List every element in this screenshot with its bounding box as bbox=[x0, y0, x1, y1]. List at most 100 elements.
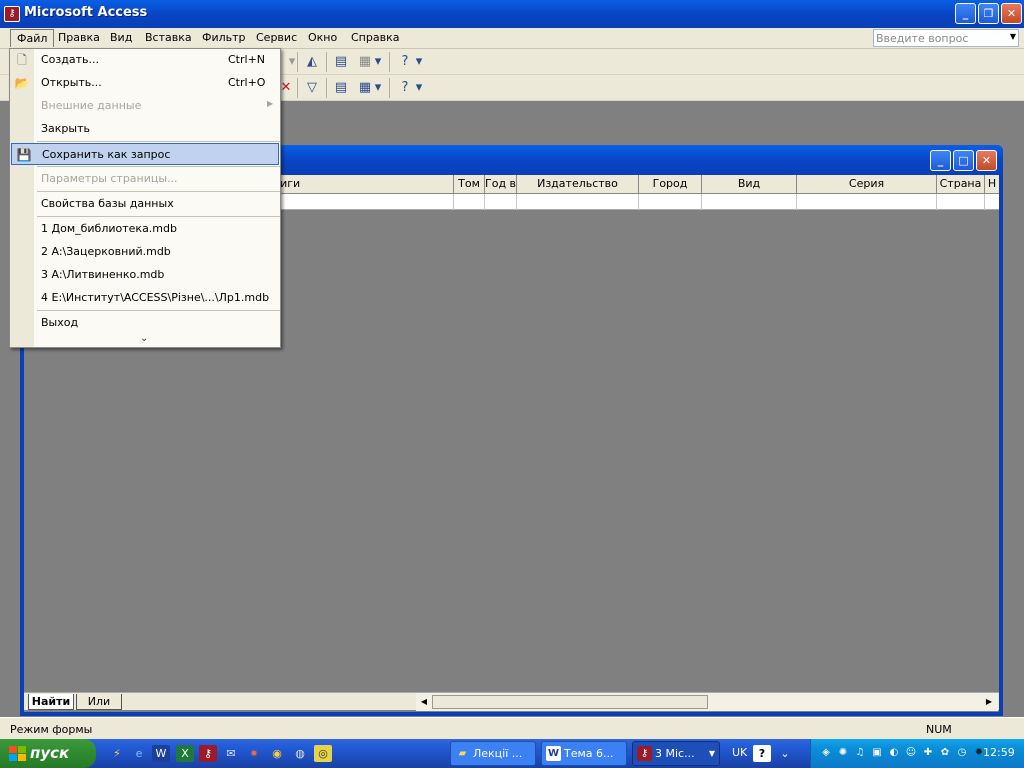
start-label: пуск bbox=[30, 744, 70, 762]
toolbar-separator bbox=[297, 78, 298, 98]
column-header[interactable]: Год в bbox=[485, 175, 517, 194]
menu-help[interactable]: Справка bbox=[351, 31, 399, 44]
tray-volume-icon[interactable]: ◐ bbox=[887, 746, 901, 760]
menu-item-database-properties[interactable]: Свойства базы данных bbox=[10, 193, 280, 215]
ime-options-icon[interactable]: ⌄ bbox=[776, 745, 794, 762]
database-window-icon[interactable]: ▤ bbox=[331, 53, 351, 71]
scroll-left-icon[interactable]: ◀ bbox=[417, 695, 431, 709]
scroll-thumb[interactable] bbox=[432, 695, 708, 709]
menu-file[interactable]: Файл bbox=[10, 29, 55, 47]
chevron-down-icon[interactable]: ▾ bbox=[373, 79, 383, 97]
chevron-down-icon[interactable]: ▾ bbox=[414, 53, 424, 71]
menu-filter[interactable]: Фильтр bbox=[202, 31, 246, 44]
tray-network-icon[interactable]: ◈ bbox=[819, 746, 833, 760]
menu-item-label: Закрыть bbox=[41, 122, 90, 135]
task-word-doc[interactable]: W Тема 6... bbox=[541, 741, 627, 766]
column-header[interactable]: Н bbox=[985, 175, 999, 194]
filter-cell[interactable] bbox=[797, 194, 937, 210]
language-indicator[interactable]: UK bbox=[732, 746, 747, 759]
filter-cell[interactable] bbox=[454, 194, 485, 210]
scroll-right-icon[interactable]: ▶ bbox=[982, 695, 996, 709]
child-maximize-button[interactable]: □ bbox=[953, 150, 974, 171]
column-header[interactable]: Вид bbox=[702, 175, 797, 194]
menu-insert[interactable]: Вставка bbox=[145, 31, 192, 44]
tab-or[interactable]: Или bbox=[76, 694, 122, 710]
new-object-icon[interactable]: ▦ bbox=[355, 53, 375, 71]
menu-item-recent-4[interactable]: 4 E:\Институт\ACCESS\Різне\...\Лр1.mdb bbox=[10, 287, 280, 309]
column-header[interactable]: Издательство bbox=[517, 175, 639, 194]
tray-messenger-icon[interactable]: ☺ bbox=[904, 746, 918, 760]
dropdown-arrow-icon[interactable]: ▾ bbox=[282, 53, 302, 71]
column-header[interactable]: Город bbox=[639, 175, 702, 194]
quicklaunch-explorer-icon[interactable]: ◍ bbox=[291, 745, 309, 762]
menu-view[interactable]: Вид bbox=[110, 31, 132, 44]
quicklaunch-media-icon[interactable]: ◉ bbox=[268, 745, 286, 762]
task-access-group[interactable]: ⚷ 3 Mic... ▼ bbox=[632, 741, 720, 766]
menu-item-close[interactable]: Закрыть bbox=[10, 118, 280, 140]
expand-menu-icon[interactable]: ⌄ bbox=[140, 333, 148, 344]
menu-item-exit[interactable]: Выход bbox=[10, 312, 280, 334]
folder-icon: ▰ bbox=[458, 748, 467, 759]
filter-cell[interactable] bbox=[639, 194, 702, 210]
child-minimize-button[interactable]: _ bbox=[930, 150, 951, 171]
menu-item-recent-3[interactable]: 3 A:\Литвиненко.mdb bbox=[10, 264, 280, 286]
language-help-icon[interactable]: ? bbox=[753, 745, 771, 762]
task-folder-lectures[interactable]: ▰ Лекції ... bbox=[450, 741, 536, 766]
tray-update-icon[interactable]: ✚ bbox=[921, 746, 935, 760]
new-object-icon[interactable]: ▦ bbox=[355, 79, 375, 97]
tab-find[interactable]: Найти bbox=[28, 694, 74, 710]
quicklaunch-winamp-icon[interactable]: ⚡ bbox=[108, 745, 126, 762]
chevron-down-icon[interactable]: ▼ bbox=[1010, 32, 1016, 41]
help-icon[interactable]: ? bbox=[395, 79, 415, 97]
quicklaunch-word-icon[interactable]: W bbox=[152, 745, 170, 762]
menu-window[interactable]: Окно bbox=[308, 31, 337, 44]
horizontal-scrollbar[interactable]: ◀ ▶ bbox=[416, 693, 998, 711]
menu-edit[interactable]: Правка bbox=[58, 31, 100, 44]
menu-item-page-setup[interactable]: Параметры страницы... bbox=[10, 168, 280, 190]
minimize-button[interactable]: _ bbox=[955, 3, 976, 24]
menu-item-recent-2[interactable]: 2 A:\Зацерковний.mdb bbox=[10, 241, 280, 263]
windows-flag-icon bbox=[9, 746, 26, 761]
quicklaunch-access-icon[interactable]: ⚷ bbox=[199, 745, 217, 762]
start-button[interactable]: пуск bbox=[0, 739, 96, 768]
tray-ati-icon[interactable]: ▣ bbox=[870, 746, 884, 760]
menu-item-open[interactable]: 📂 Открыть... Ctrl+O bbox=[10, 72, 280, 94]
column-header[interactable]: Том bbox=[454, 175, 485, 194]
column-header[interactable]: Серия bbox=[797, 175, 937, 194]
access-key-icon[interactable]: ⚷ bbox=[4, 6, 20, 22]
menu-item-label: Параметры страницы... bbox=[41, 172, 178, 185]
chevron-down-icon[interactable]: ▾ bbox=[414, 79, 424, 97]
ask-question-input[interactable]: Введите вопрос ▼ bbox=[873, 29, 1019, 47]
menu-item-save-as-query[interactable]: 💾 Сохранить как запрос bbox=[11, 143, 279, 165]
help-icon[interactable]: ? bbox=[395, 53, 415, 71]
new-document-icon: 🗋 bbox=[17, 53, 27, 67]
column-header[interactable]: Страна bbox=[937, 175, 985, 194]
filter-cell[interactable] bbox=[702, 194, 797, 210]
child-close-button[interactable]: ✕ bbox=[976, 150, 997, 171]
menu-item-new[interactable]: 🗋 Создать... Ctrl+N bbox=[10, 49, 280, 71]
tray-antivirus-icon[interactable]: ✺ bbox=[836, 746, 850, 760]
database-window-icon[interactable]: ▤ bbox=[331, 79, 351, 97]
quicklaunch-excel-icon[interactable]: X bbox=[176, 745, 194, 762]
menu-item-external-data[interactable]: Внешние данные ▶ bbox=[10, 95, 280, 117]
apply-filter-icon[interactable]: ▽ bbox=[302, 79, 322, 97]
tray-security-icon[interactable]: ✿ bbox=[938, 746, 952, 760]
chevron-down-icon[interactable]: ▾ bbox=[373, 53, 383, 71]
menu-item-recent-1[interactable]: 1 Дом_библиотека.mdb bbox=[10, 218, 280, 240]
tray-clock-icon[interactable]: ◷ bbox=[955, 746, 969, 760]
quicklaunch-outlook-icon[interactable]: ✉ bbox=[222, 745, 240, 762]
filter-cell[interactable] bbox=[485, 194, 517, 210]
taskbar-clock[interactable]: 12:59 bbox=[983, 746, 1015, 759]
quicklaunch-ie-icon[interactable]: e bbox=[130, 745, 148, 762]
tray-audio-icon[interactable]: ♫ bbox=[853, 746, 867, 760]
quicklaunch-app-icon[interactable]: ✷ bbox=[245, 745, 263, 762]
restore-button[interactable]: ❐ bbox=[978, 3, 999, 24]
menu-tools[interactable]: Сервис bbox=[256, 31, 297, 44]
quicklaunch-tool-icon[interactable]: ◎ bbox=[314, 745, 332, 762]
filter-cell[interactable] bbox=[517, 194, 639, 210]
close-button[interactable]: ✕ bbox=[1001, 3, 1022, 24]
filter-cell[interactable] bbox=[985, 194, 999, 210]
filter-cell[interactable] bbox=[937, 194, 985, 210]
submenu-arrow-icon: ▶ bbox=[267, 99, 274, 108]
properties-icon[interactable]: ◭ bbox=[302, 53, 322, 71]
